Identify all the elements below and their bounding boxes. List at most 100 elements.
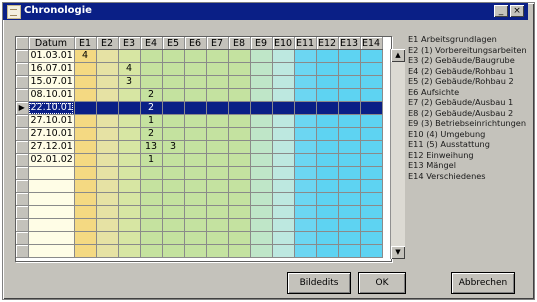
value-cell-e12[interactable] (316, 153, 339, 167)
value-cell-e1[interactable] (74, 166, 97, 180)
row-indicator[interactable] (16, 218, 29, 232)
value-cell-e10[interactable] (272, 218, 295, 232)
value-cell-e5[interactable] (162, 205, 185, 219)
value-cell-e14[interactable] (360, 192, 383, 206)
value-cell-e7[interactable] (206, 75, 229, 89)
value-cell-e9[interactable] (250, 127, 273, 141)
value-cell-e1[interactable] (74, 127, 97, 141)
row-indicator[interactable] (16, 244, 29, 258)
value-cell-e14[interactable] (360, 114, 383, 128)
table-row[interactable]: 02.01.02 1 (16, 153, 383, 167)
value-cell-e14[interactable] (360, 153, 383, 167)
row-indicator[interactable]: ▶ (16, 101, 29, 115)
value-cell-e6[interactable] (184, 62, 207, 76)
value-cell-e6[interactable] (184, 192, 207, 206)
value-cell-e12[interactable] (316, 101, 339, 115)
value-cell-e2[interactable] (96, 231, 119, 245)
date-cell[interactable]: 16.07.01 (28, 62, 75, 76)
value-cell-e8[interactable] (228, 179, 251, 193)
value-cell-e4[interactable] (140, 231, 163, 245)
value-cell-e12[interactable] (316, 192, 339, 206)
table-row[interactable]: 16.07.01 4 (16, 62, 383, 76)
value-cell-e5[interactable]: 3 (162, 140, 185, 154)
table-row[interactable]: ▶ 22.10.01 2 (16, 101, 383, 115)
value-cell-e5[interactable] (162, 192, 185, 206)
value-cell-e10[interactable] (272, 75, 295, 89)
value-cell-e8[interactable] (228, 62, 251, 76)
value-cell-e10[interactable] (272, 127, 295, 141)
value-cell-e4[interactable]: 1 (140, 114, 163, 128)
value-cell-e6[interactable] (184, 244, 207, 258)
value-cell-e13[interactable] (338, 140, 361, 154)
value-cell-e8[interactable] (228, 101, 251, 115)
date-cell[interactable] (28, 205, 75, 219)
value-cell-e2[interactable] (96, 127, 119, 141)
value-cell-e9[interactable] (250, 244, 273, 258)
value-cell-e7[interactable] (206, 244, 229, 258)
value-cell-e12[interactable] (316, 205, 339, 219)
value-cell-e11[interactable] (294, 127, 317, 141)
value-cell-e10[interactable] (272, 153, 295, 167)
column-header-e10[interactable]: E10 (272, 37, 295, 50)
value-cell-e7[interactable] (206, 231, 229, 245)
value-cell-e12[interactable] (316, 88, 339, 102)
value-cell-e12[interactable] (316, 179, 339, 193)
value-cell-e12[interactable] (316, 231, 339, 245)
value-cell-e12[interactable] (316, 127, 339, 141)
value-cell-e2[interactable] (96, 166, 119, 180)
date-cell[interactable] (28, 179, 75, 193)
value-cell-e11[interactable] (294, 88, 317, 102)
value-cell-e9[interactable] (250, 114, 273, 128)
value-cell-e1[interactable] (74, 218, 97, 232)
value-cell-e5[interactable] (162, 75, 185, 89)
date-cell[interactable] (28, 218, 75, 232)
value-cell-e13[interactable] (338, 127, 361, 141)
value-cell-e6[interactable] (184, 140, 207, 154)
value-cell-e8[interactable] (228, 166, 251, 180)
value-cell-e7[interactable] (206, 218, 229, 232)
value-cell-e8[interactable] (228, 49, 251, 63)
value-cell-e2[interactable] (96, 179, 119, 193)
date-cell[interactable]: 08.10.01 (28, 88, 75, 102)
value-cell-e1[interactable] (74, 244, 97, 258)
value-cell-e14[interactable] (360, 127, 383, 141)
value-cell-e14[interactable] (360, 140, 383, 154)
value-cell-e13[interactable] (338, 153, 361, 167)
value-cell-e14[interactable] (360, 231, 383, 245)
value-cell-e3[interactable] (118, 101, 141, 115)
value-cell-e7[interactable] (206, 88, 229, 102)
value-cell-e5[interactable] (162, 49, 185, 63)
value-cell-e13[interactable] (338, 101, 361, 115)
row-indicator[interactable] (16, 205, 29, 219)
scroll-down-button[interactable]: ▼ (391, 246, 405, 259)
value-cell-e9[interactable] (250, 218, 273, 232)
row-indicator[interactable] (16, 49, 29, 63)
value-cell-e2[interactable] (96, 88, 119, 102)
value-cell-e4[interactable] (140, 166, 163, 180)
row-indicator[interactable] (16, 192, 29, 206)
value-cell-e9[interactable] (250, 153, 273, 167)
table-row[interactable]: 15.07.01 3 (16, 75, 383, 89)
value-cell-e1[interactable] (74, 192, 97, 206)
value-cell-e9[interactable] (250, 75, 273, 89)
value-cell-e6[interactable] (184, 114, 207, 128)
date-cell[interactable] (28, 244, 75, 258)
value-cell-e10[interactable] (272, 62, 295, 76)
value-cell-e14[interactable] (360, 218, 383, 232)
value-cell-e3[interactable] (118, 127, 141, 141)
value-cell-e12[interactable] (316, 49, 339, 63)
value-cell-e4[interactable] (140, 192, 163, 206)
row-indicator[interactable] (16, 88, 29, 102)
column-header-e4[interactable]: E4 (140, 37, 163, 50)
value-cell-e5[interactable] (162, 127, 185, 141)
value-cell-e3[interactable] (118, 179, 141, 193)
value-cell-e13[interactable] (338, 49, 361, 63)
value-cell-e11[interactable] (294, 179, 317, 193)
column-header-e1[interactable]: E1 (74, 37, 97, 50)
column-header-datum[interactable]: Datum (28, 37, 75, 50)
value-cell-e14[interactable] (360, 166, 383, 180)
value-cell-e3[interactable] (118, 244, 141, 258)
value-cell-e5[interactable] (162, 153, 185, 167)
value-cell-e13[interactable] (338, 166, 361, 180)
value-cell-e2[interactable] (96, 192, 119, 206)
